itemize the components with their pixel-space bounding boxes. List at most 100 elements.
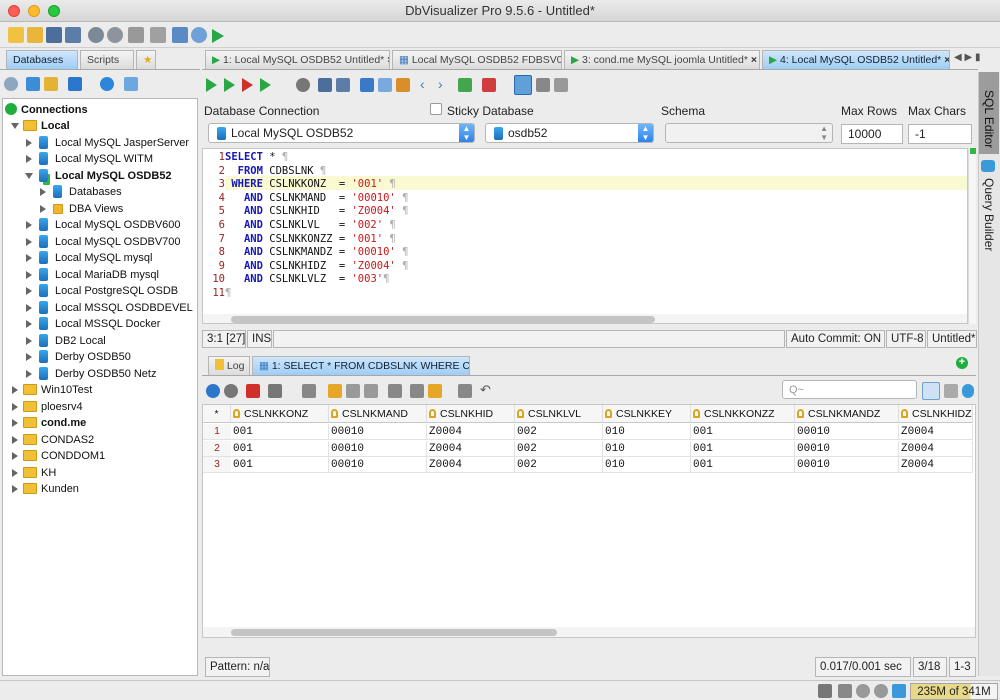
- close-icon[interactable]: ×: [944, 54, 949, 66]
- row-number[interactable]: 1: [203, 424, 231, 440]
- form-view-icon[interactable]: [428, 384, 442, 398]
- connection-info-icon[interactable]: [100, 77, 114, 91]
- forward-icon[interactable]: ›: [438, 77, 452, 92]
- properties-icon[interactable]: [128, 27, 144, 43]
- add-result-icon[interactable]: +: [956, 357, 968, 369]
- collapsed-arrow-icon[interactable]: [12, 386, 18, 394]
- collapsed-arrow-icon[interactable]: [26, 155, 32, 163]
- expanded-arrow-icon[interactable]: [11, 123, 19, 129]
- code-line[interactable]: AND CSLNKHID = 'Z0004' ¶: [225, 205, 408, 217]
- grid-view-icon[interactable]: [922, 382, 940, 400]
- code-line[interactable]: AND CSLNKLVLZ = '003'¶: [225, 273, 389, 285]
- cut-icon[interactable]: [360, 78, 374, 92]
- table-cell[interactable]: Z0004: [899, 424, 973, 440]
- connect-icon[interactable]: [88, 27, 104, 43]
- expanded-arrow-icon[interactable]: [25, 172, 33, 179]
- collapsed-arrow-icon[interactable]: [26, 254, 32, 262]
- minimize-window-button[interactable]: [28, 5, 40, 17]
- table-cell[interactable]: 010: [603, 457, 691, 473]
- table-cell[interactable]: 002: [515, 457, 603, 473]
- collapsed-arrow-icon[interactable]: [26, 369, 32, 378]
- add-connection-icon[interactable]: [26, 77, 40, 91]
- panel-icon[interactable]: [838, 684, 852, 698]
- collapsed-arrow-icon[interactable]: [26, 336, 32, 345]
- table-cell[interactable]: 001: [231, 457, 329, 473]
- save-icon[interactable]: [318, 78, 332, 92]
- column-header[interactable]: CSLNKLVL: [515, 405, 603, 423]
- close-window-button[interactable]: [8, 5, 20, 17]
- table-cell[interactable]: Z0004: [427, 457, 515, 473]
- split-icon[interactable]: [536, 78, 550, 92]
- execute-icon[interactable]: [206, 78, 217, 92]
- collapsed-arrow-icon[interactable]: [26, 270, 32, 279]
- code-line[interactable]: AND CSLNKKONZZ = '001' ¶: [225, 233, 396, 245]
- table-cell[interactable]: Z0004: [427, 440, 515, 457]
- execute-explain-icon[interactable]: [242, 78, 253, 92]
- edit-icon[interactable]: [388, 384, 402, 398]
- table-cell[interactable]: 010: [603, 424, 691, 440]
- table-cell[interactable]: 00010: [329, 457, 427, 473]
- tab-log[interactable]: Log: [208, 356, 250, 375]
- save-icon[interactable]: [46, 27, 62, 43]
- code-line[interactable]: WHERE CSLNKKONZ = '001' ¶: [225, 178, 395, 190]
- format-icon[interactable]: [482, 78, 496, 92]
- code-line[interactable]: AND CSLNKMANDZ = '00010' ¶: [225, 246, 408, 258]
- collapse-icon[interactable]: [124, 77, 138, 91]
- table-cell[interactable]: 002: [515, 440, 603, 457]
- column-header[interactable]: CSLNKKONZ: [231, 405, 329, 423]
- tab-editor-1[interactable]: ▶ 1: Local MySQL OSDB52 Untitled* ×: [205, 50, 390, 69]
- panel-icon[interactable]: [554, 78, 568, 92]
- code-line[interactable]: FROM CDBSLNK ¶: [225, 165, 327, 177]
- new-folder-icon[interactable]: [8, 27, 24, 43]
- column-header[interactable]: CSLNKMANDZ: [795, 405, 899, 423]
- table-cell[interactable]: Z0004: [899, 457, 973, 473]
- settings-icon[interactable]: [856, 684, 870, 698]
- collapsed-arrow-icon[interactable]: [40, 204, 46, 213]
- tab-favorites[interactable]: ★: [136, 50, 156, 69]
- table-cell[interactable]: Z0004: [899, 440, 973, 457]
- collapsed-arrow-icon[interactable]: [26, 353, 32, 361]
- column-header[interactable]: CSLNKKONZZ: [691, 405, 795, 423]
- max-rows-input[interactable]: 10000: [841, 124, 903, 144]
- code-line[interactable]: ¶: [225, 287, 231, 299]
- tab-editor-2[interactable]: ▦ Local MySQL OSDB52 FDBSV0 ×: [392, 50, 562, 69]
- table-cell[interactable]: 001: [231, 440, 329, 457]
- collapsed-arrow-icon[interactable]: [12, 468, 18, 477]
- trash-icon[interactable]: [892, 684, 906, 698]
- collapsed-arrow-icon[interactable]: [12, 452, 18, 460]
- add-row-icon[interactable]: [328, 384, 342, 398]
- collapsed-arrow-icon[interactable]: [26, 221, 32, 229]
- table-cell[interactable]: Z0004: [427, 424, 515, 440]
- column-header[interactable]: CSLNKMAND: [329, 405, 427, 423]
- collapsed-arrow-icon[interactable]: [26, 303, 32, 312]
- collapsed-arrow-icon[interactable]: [12, 402, 18, 411]
- table-cell[interactable]: 00010: [329, 424, 427, 440]
- table-cell[interactable]: 00010: [329, 440, 427, 457]
- save-as-icon[interactable]: [65, 27, 81, 43]
- collapsed-arrow-icon[interactable]: [26, 237, 32, 246]
- tree-root-connections[interactable]: Connections: [5, 102, 88, 118]
- filter-icon[interactable]: [268, 384, 282, 398]
- export-icon[interactable]: [246, 384, 260, 398]
- connection-select[interactable]: Local MySQL OSDB52 ▲ ▼: [208, 123, 475, 143]
- open-file-icon[interactable]: [27, 27, 43, 43]
- table-cell[interactable]: 00010: [795, 440, 899, 457]
- stop-icon[interactable]: [296, 78, 310, 92]
- max-chars-input[interactable]: -1: [908, 124, 972, 144]
- sql-editor[interactable]: 1 SELECT * ¶ 2 FROM CDBSLNK ¶ 3 WHERE CSLNK…: [202, 148, 968, 324]
- collapsed-arrow-icon[interactable]: [26, 287, 32, 295]
- tab-result[interactable]: ▦ 1: SELECT * FROM CDBSLNK WHERE CS...: [252, 356, 470, 375]
- column-header[interactable]: CSLNKHIDZ: [899, 405, 973, 423]
- table-cell[interactable]: 001: [691, 424, 795, 440]
- zoom-window-button[interactable]: [48, 5, 60, 17]
- undo-icon[interactable]: ↶: [480, 383, 494, 398]
- save-as-icon[interactable]: [336, 78, 350, 92]
- result-grid[interactable]: * CSLNKKONZ CSLNKMAND CSLNKHID CSLNKLVL CSLN…: [202, 404, 976, 638]
- execute-current-icon[interactable]: [224, 78, 235, 92]
- tab-databases[interactable]: Databases: [6, 50, 78, 69]
- collapsed-arrow-icon[interactable]: [26, 320, 32, 328]
- tab-nav-arrows[interactable]: ◀ ▶ ▮: [954, 52, 980, 63]
- calculator-icon[interactable]: [172, 27, 188, 43]
- grid-search-input[interactable]: Q~: [782, 380, 917, 399]
- grid-options-icon[interactable]: [458, 384, 472, 398]
